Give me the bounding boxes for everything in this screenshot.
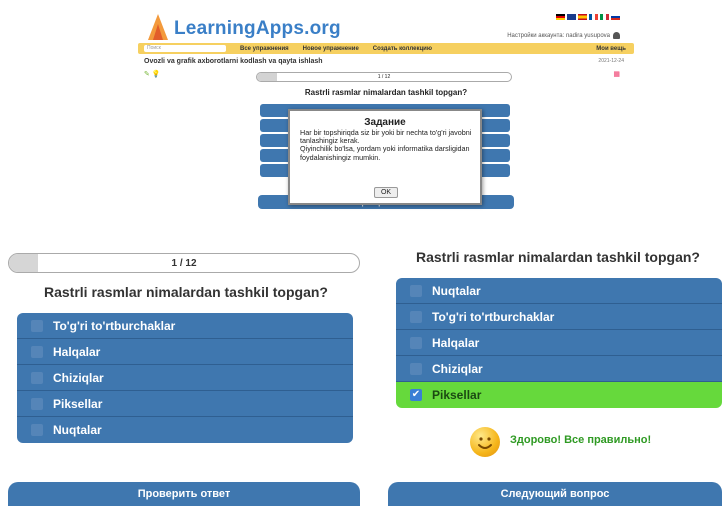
nav-my-things[interactable]: Мои вещь — [596, 46, 626, 52]
exercise-title: Ovozli va grafik axborotlarni kodlash va… — [144, 58, 323, 65]
account-link[interactable]: Настройки аккаунта: nadira yusupova — [507, 32, 620, 39]
dialog-text-line: Har bir topshiriqda siz bir yoki bir nec… — [300, 128, 472, 146]
checkbox[interactable] — [31, 397, 43, 410]
logo-graphic-icon — [148, 14, 168, 40]
next-question-button[interactable]: Следующий вопрос — [388, 482, 722, 506]
task-dialog: Задание Har bir topshiriqda siz bir yoki… — [288, 109, 482, 205]
answer-option[interactable]: To'g'ri to'rtburchaklar — [396, 304, 722, 330]
mini-progress-fill — [257, 73, 277, 81]
navbar: Поиск Все упражнения Новое упражнение Со… — [138, 43, 634, 54]
progress-fill — [9, 254, 38, 272]
answer-label: Halqalar — [53, 344, 101, 359]
checkbox[interactable] — [31, 424, 43, 436]
dialog-title: Задание — [364, 117, 406, 128]
question-text: Rastrli rasmlar nimalardan tashkil topga… — [44, 284, 328, 300]
success-message: Здорово! Все правильно! — [510, 434, 652, 446]
smiley-face-icon — [478, 437, 492, 449]
answer-option[interactable]: Piksellar — [17, 391, 353, 417]
mini-progress-text: 1 / 12 — [377, 74, 391, 80]
language-flags — [556, 14, 620, 20]
answer-option[interactable]: Chiziqlar — [17, 365, 353, 391]
answer-option[interactable]: To'g'ri to'rtburchaklar — [17, 313, 353, 339]
smiley-icon — [470, 427, 500, 457]
checkbox[interactable] — [31, 319, 43, 332]
answer-label: Piksellar — [432, 388, 482, 402]
user-icon — [613, 32, 620, 39]
answer-label: Chiziqlar — [53, 370, 104, 385]
nav-create-collection[interactable]: Создать коллекцию — [373, 46, 432, 52]
checkbox[interactable] — [31, 371, 43, 384]
check-answer-button[interactable]: Проверить ответ — [8, 482, 360, 506]
answer-label: Piksellar — [53, 396, 103, 411]
account-text: Настройки аккаунта: nadira yusupova — [507, 32, 610, 39]
answer-list-right: Nuqtalar To'g'ri to'rtburchaklar Halqala… — [396, 278, 722, 408]
nav-new-exercise[interactable]: Новое упражнение — [303, 46, 359, 52]
question-text-right: Rastrli rasmlar nimalardan tashkil topga… — [416, 249, 700, 265]
checkbox[interactable] — [410, 310, 422, 323]
flag-icon[interactable] — [567, 14, 576, 20]
answer-label: To'g'ri to'rtburchaklar — [53, 318, 176, 333]
checkbox[interactable] — [31, 345, 43, 358]
top-screenshot: LearningApps.org Настройки аккаунта: nad… — [138, 0, 634, 212]
dialog-text: Har bir topshiriqda siz bir yoki bir nec… — [300, 128, 478, 162]
answer-option[interactable]: Halqalar — [17, 339, 353, 365]
logo[interactable]: LearningApps.org — [174, 18, 341, 40]
flag-icon[interactable] — [611, 14, 620, 20]
answer-label: To'g'ri to'rtburchaklar — [432, 309, 555, 324]
tool-icons[interactable]: ✎ 💡 — [144, 70, 161, 78]
flag-icon[interactable] — [578, 14, 587, 20]
answer-option[interactable]: Halqalar — [396, 330, 722, 356]
progress-text: 1 / 12 — [171, 258, 197, 269]
answer-option[interactable]: Chiziqlar — [396, 356, 722, 382]
answer-label: Halqalar — [432, 335, 480, 350]
answer-option-selected[interactable]: ✔ Piksellar — [396, 382, 722, 408]
answer-option[interactable]: Nuqtalar — [17, 417, 353, 443]
checkbox[interactable] — [410, 336, 422, 349]
search-input[interactable]: Поиск — [144, 45, 226, 52]
answer-list: To'g'ri to'rtburchaklar Halqalar Chiziql… — [17, 313, 353, 443]
checkbox-checked[interactable]: ✔ — [410, 389, 422, 401]
progress-bar: 1 / 12 — [8, 253, 360, 273]
nav-all-exercises[interactable]: Все упражнения — [240, 46, 289, 52]
checkbox[interactable] — [410, 362, 422, 375]
answer-label: Nuqtalar — [53, 423, 102, 437]
dialog-text-line: Qiyinchilik bo'lsa, yordam yoki informat… — [300, 144, 470, 162]
exercise-date: 2021-12-24 — [598, 58, 624, 64]
answer-option[interactable]: Nuqtalar — [396, 278, 722, 304]
mini-progress-bar: 1 / 12 — [256, 72, 512, 82]
ok-button[interactable]: OK — [374, 187, 398, 198]
flag-icon[interactable] — [589, 14, 598, 20]
flag-icon[interactable] — [600, 14, 609, 20]
checkbox[interactable] — [410, 284, 422, 297]
checkmark-icon: ✔ — [411, 389, 421, 400]
mini-question: Rastrli rasmlar nimalardan tashkil topga… — [304, 88, 468, 97]
flag-icon[interactable] — [556, 14, 565, 20]
answer-label: Nuqtalar — [432, 283, 481, 298]
fullscreen-icon[interactable]: ▦ — [613, 70, 620, 78]
answer-label: Chiziqlar — [432, 361, 483, 376]
